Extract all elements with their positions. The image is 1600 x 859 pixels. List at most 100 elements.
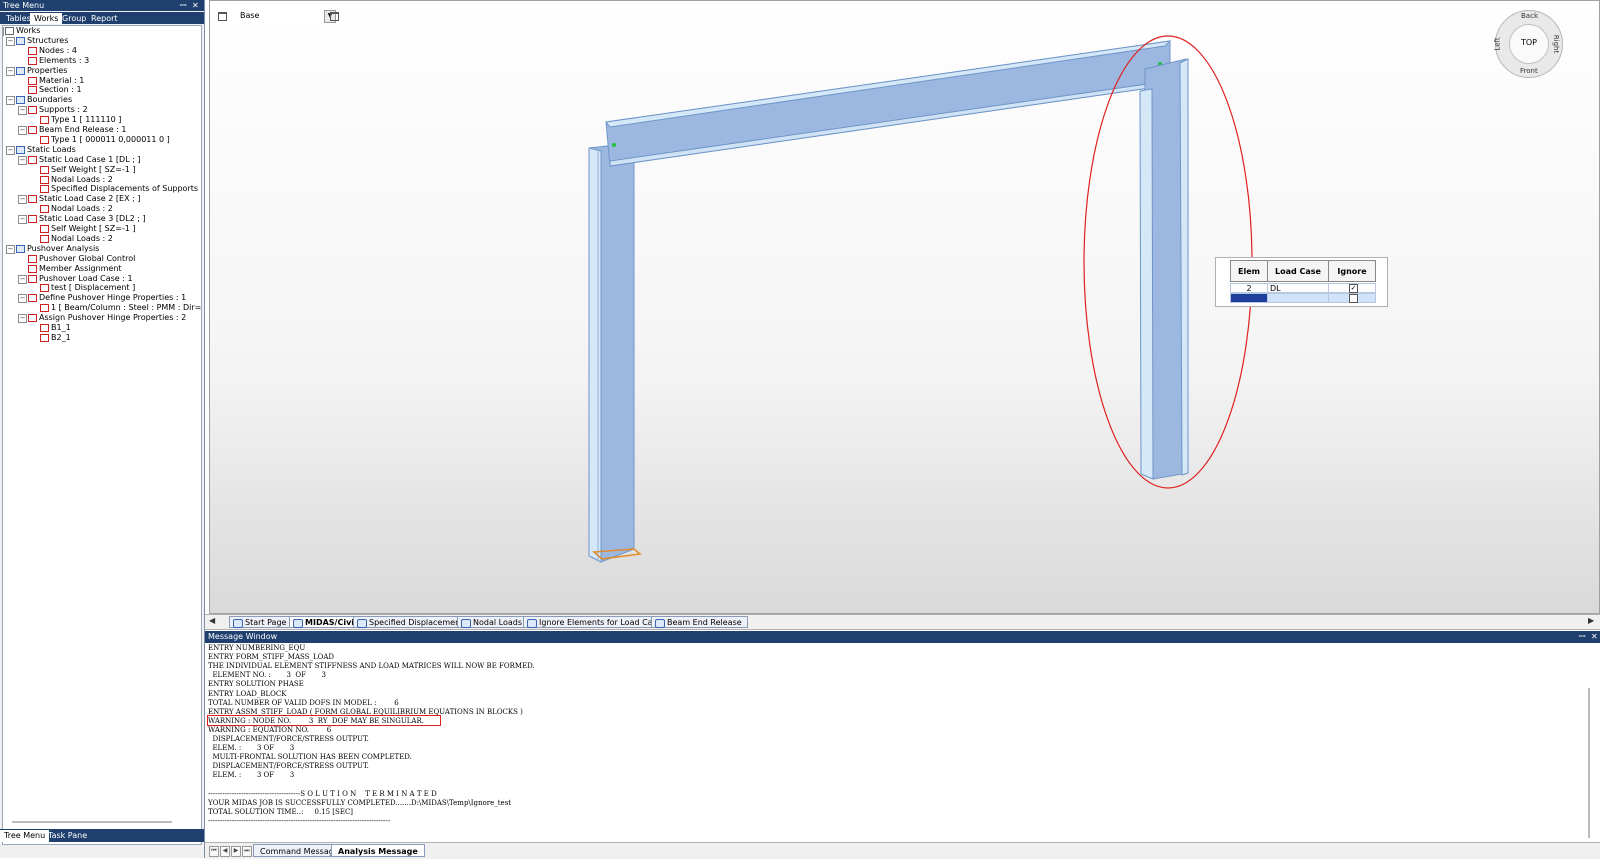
tree-expand-icon[interactable]: −	[6, 96, 15, 106]
tab-specified-displacements[interactable]: Specified Displacements	[353, 616, 474, 628]
tab-ignore-elements[interactable]: Ignore Elements for Load Cases	[523, 616, 672, 628]
tree-node[interactable]: − Structures	[6, 36, 68, 46]
tree-node[interactable]: − Properties	[6, 66, 67, 76]
tree-node[interactable]: − Static Load Case 1 [DL ; ]	[18, 155, 141, 165]
tree-expand-icon[interactable]: −	[6, 145, 15, 155]
prev-tab-icon[interactable]: ◀	[220, 846, 230, 857]
tree-expand-icon[interactable]: −	[6, 36, 15, 46]
message-line: THE INDIVIDUAL ELEMENT STIFFNESS AND LOA…	[208, 662, 535, 671]
tab-analysis-message[interactable]: Analysis Message	[331, 844, 425, 857]
tree-expand-icon[interactable]: −	[18, 215, 27, 225]
tree-expand-icon[interactable]: −	[6, 244, 15, 254]
message-vertical-scrollbar[interactable]	[1588, 688, 1590, 838]
pin-icon[interactable]: ꟷ	[1579, 631, 1586, 643]
table-icon	[527, 619, 537, 628]
tree-node[interactable]: − Static Load Case 2 [EX ; ]	[18, 194, 140, 205]
tree-horizontal-scrollbar[interactable]	[12, 821, 172, 823]
table-cell-load-case-new[interactable]	[1267, 293, 1329, 303]
tree-expand-icon[interactable]: −	[18, 155, 27, 165]
view-cube[interactable]: TOP Back Front Left Right	[1494, 10, 1563, 78]
layer-select[interactable]: Base ▼	[232, 10, 336, 23]
tree-node-icon	[40, 205, 49, 214]
column-left[interactable]	[588, 142, 642, 563]
tree-node[interactable]: − Define Pushover Hinge Properties : 1	[18, 293, 186, 304]
frame-model[interactable]	[210, 1, 1599, 613]
tree-node[interactable]: Section : 1	[28, 85, 82, 95]
beam-top[interactable]	[605, 40, 1172, 167]
tree-node[interactable]: Elements : 3	[28, 56, 89, 66]
tree-expand-icon[interactable]: −	[6, 66, 15, 76]
tab-report[interactable]: Report	[87, 13, 122, 24]
tree-node[interactable]: test [ Displacement ]	[40, 283, 135, 293]
tab-group[interactable]: Group	[58, 13, 90, 24]
tab-beam-end-release[interactable]: Beam End Release	[651, 616, 748, 628]
tab-midas-civil[interactable]: MIDAS/Civil	[289, 616, 363, 628]
table-icon	[461, 619, 471, 628]
tree-node[interactable]: Self Weight [ SZ=-1 ]	[40, 224, 136, 234]
tree-node[interactable]: − Static Load Case 3 [DL2 ; ]	[18, 214, 146, 225]
tree-node[interactable]: B2_1	[40, 333, 71, 343]
tree-node[interactable]: − Supports : 2	[18, 105, 88, 116]
tree-node-label: Assign Pushover Hinge Properties : 2	[39, 313, 187, 323]
tab-nodal-loads[interactable]: Nodal Loads	[457, 616, 528, 628]
tree-expand-icon[interactable]: −	[18, 195, 27, 205]
layer-icon[interactable]	[218, 12, 227, 21]
model-viewport[interactable]: Base ▼ TOP Back Front Left Right Elem Lo…	[209, 0, 1600, 614]
ignore-checkbox[interactable]	[1349, 294, 1358, 303]
tree-node[interactable]: Self Weight [ SZ=-1 ]	[40, 165, 136, 175]
tree-node[interactable]: Type 1 [ 111110 ]	[40, 115, 121, 125]
layer-settings-icon[interactable]	[330, 12, 339, 21]
tab-scroll-left-icon[interactable]: ◀	[209, 616, 215, 625]
tab-task-pane[interactable]: Task Pane	[44, 830, 91, 842]
tree-node[interactable]: Member Assignment	[28, 264, 122, 274]
tree-node[interactable]: − Works	[3, 26, 40, 36]
tree-node[interactable]: Nodes : 4	[28, 46, 77, 56]
tree-node[interactable]: Nodal Loads : 2	[40, 175, 113, 185]
tree-node[interactable]: B1_1	[40, 323, 71, 333]
tree-node[interactable]: Nodal Loads : 2	[40, 234, 113, 244]
tree-node[interactable]: Nodal Loads : 2	[40, 204, 113, 214]
tree-node[interactable]: Type 1 [ 000011 0,000011 0 ]	[40, 135, 170, 145]
table-cell-elem[interactable]: 2	[1230, 283, 1268, 293]
tree-node[interactable]: Material : 1	[28, 76, 84, 86]
tree-expand-icon[interactable]: −	[18, 314, 27, 324]
col-header-load-case[interactable]: Load Case	[1267, 260, 1329, 282]
tab-scroll-right-icon[interactable]: ▶	[1588, 616, 1594, 625]
view-cube-back[interactable]: Back	[1521, 12, 1538, 20]
view-cube-right[interactable]: Right	[1552, 35, 1560, 53]
tree-node-label: Self Weight [ SZ=-1 ]	[51, 224, 136, 233]
close-icon[interactable]: ✕	[1591, 631, 1598, 643]
tree-node[interactable]: 1 [ Beam/Column : Steel : PMM : Dir=100	[40, 303, 201, 313]
last-tab-icon[interactable]: ⏭	[242, 846, 252, 857]
column-right[interactable]	[1139, 58, 1189, 480]
tree-node[interactable]: − Pushover Analysis	[6, 244, 99, 254]
table-cell-elem-new[interactable]	[1230, 293, 1268, 303]
view-cube-top[interactable]: TOP	[1509, 38, 1549, 47]
tree-node[interactable]: − Pushover Load Case : 1	[18, 274, 133, 284]
first-tab-icon[interactable]: ⏮	[209, 846, 219, 857]
tree-node[interactable]: − Boundaries	[6, 95, 72, 106]
col-header-ignore[interactable]: Ignore	[1328, 260, 1376, 282]
next-tab-icon[interactable]: ▶	[231, 846, 241, 857]
message-log[interactable]: ENTRY NUMBERING_EQU ENTRY FORM_STIFF_MASS…	[205, 643, 1600, 842]
tree-expand-icon[interactable]: −	[18, 294, 27, 304]
tab-specified-displacements-label: Specified Displacements	[369, 618, 468, 627]
tab-start-page[interactable]: Start Page	[229, 616, 293, 628]
tab-tree-menu[interactable]: Tree Menu	[0, 830, 50, 842]
ignore-checkbox-checked[interactable]: ✓	[1349, 284, 1358, 293]
view-cube-front[interactable]: Front	[1520, 67, 1538, 75]
table-cell-load-case[interactable]: DL	[1267, 283, 1329, 293]
tree-expand-icon[interactable]: −	[18, 106, 27, 116]
tree-node[interactable]: − Assign Pushover Hinge Properties : 2	[18, 313, 187, 324]
col-header-elem[interactable]: Elem	[1230, 260, 1268, 282]
tree-expand-icon[interactable]: −	[3, 27, 4, 36]
tree-node[interactable]: − Beam End Release : 1	[18, 125, 127, 135]
tree-node[interactable]: − Static Loads	[6, 145, 76, 155]
tree-expand-icon[interactable]: −	[18, 126, 27, 135]
close-icon[interactable]: ✕	[192, 0, 199, 11]
tree-node[interactable]: Specified Displacements of Supports : 1	[40, 184, 201, 194]
tree-expand-icon[interactable]: −	[18, 274, 27, 284]
pin-icon[interactable]: ꟷ	[180, 0, 187, 11]
tree-node[interactable]: Pushover Global Control	[28, 254, 135, 264]
view-cube-left[interactable]: Left	[1494, 37, 1502, 50]
